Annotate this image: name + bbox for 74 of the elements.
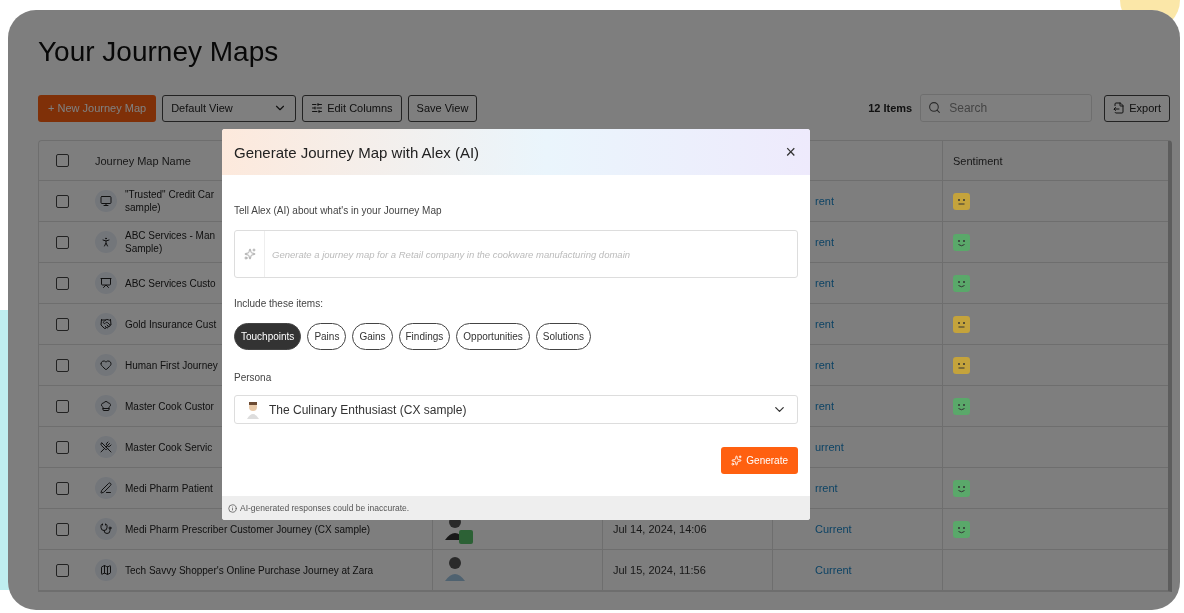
row-checkbox[interactable] <box>55 276 69 290</box>
item-chip[interactable]: Opportunities <box>456 323 530 350</box>
persona-select[interactable]: The Culinary Enthusiast (CX sample) <box>234 395 798 424</box>
edit-columns-button[interactable]: Edit Columns <box>302 94 402 122</box>
journey-map-name: Gold Insurance Cust <box>125 317 217 331</box>
prompt-label: Tell Alex (AI) about what's in your Journey Map <box>234 205 443 216</box>
journey-map-name: Master Cook Custor <box>125 399 214 413</box>
journey-icon <box>95 518 117 540</box>
journey-map-name: Master Cook Servic <box>125 440 213 454</box>
row-checkbox[interactable] <box>55 194 69 208</box>
page-title: Your Journey Maps <box>38 36 280 68</box>
status-link[interactable]: rent <box>815 318 834 330</box>
save-view-button[interactable]: Save View <box>407 94 478 122</box>
journey-map-name: ABC Services Custo <box>125 276 216 290</box>
row-checkbox[interactable] <box>55 563 69 577</box>
item-chip[interactable]: Findings <box>398 323 451 350</box>
row-checkbox[interactable] <box>55 440 69 454</box>
info-icon <box>228 503 237 513</box>
journey-icon <box>95 190 117 212</box>
export-button[interactable]: Export <box>1104 94 1170 122</box>
item-chip[interactable]: Gains <box>352 323 393 350</box>
dialog-title: Generate Journey Map with Alex (AI) <box>234 143 480 161</box>
journey-icon <box>95 395 117 417</box>
sliders-icon <box>311 102 324 114</box>
status-link[interactable]: rent <box>815 195 834 207</box>
journey-icon <box>95 559 117 581</box>
journey-map-name: Medi Pharm Prescriber Customer Journey (CX sample) <box>125 522 371 536</box>
view-select[interactable]: Default View <box>162 94 297 122</box>
select-all-checkbox[interactable] <box>55 154 69 167</box>
items-label: Include these items: <box>234 298 324 309</box>
close-button[interactable]: × <box>783 141 798 163</box>
journey-map-name: ABC Services - Man Sample) <box>125 229 216 255</box>
generate-button[interactable]: Generate <box>721 447 798 474</box>
journey-icon <box>95 477 117 499</box>
status-link[interactable]: rent <box>815 277 834 289</box>
row-checkbox[interactable] <box>55 399 69 413</box>
status-link[interactable]: Current <box>815 523 852 535</box>
status-link[interactable]: urrent <box>815 441 844 453</box>
journey-icon <box>95 272 117 294</box>
row-checkbox[interactable] <box>55 522 69 536</box>
row-checkbox[interactable] <box>55 235 69 249</box>
column-header: Sentiment <box>953 154 1003 167</box>
item-chip[interactable]: Pains <box>307 323 347 350</box>
search-field[interactable]: Search <box>920 94 1093 122</box>
prompt-field[interactable]: Generate a journey map for a Retail company in the cookware manufacturing domain <box>234 230 798 278</box>
disclaimer-note: AI-generated responses could be inaccurate. <box>240 503 410 513</box>
journey-icon <box>95 231 117 253</box>
status-link[interactable]: Current <box>815 564 852 576</box>
journey-map-name: "Trusted" Credit Car sample) <box>125 188 214 214</box>
search-icon <box>928 101 942 114</box>
journey-icon <box>95 354 117 376</box>
sparkle-icon <box>731 455 743 466</box>
persona-avatar-icon <box>245 400 261 419</box>
status-link[interactable]: rent <box>815 236 834 248</box>
persona-label: Persona <box>234 372 273 383</box>
date-cell: Jul 14, 2024, 14:06 <box>613 523 707 535</box>
journey-icon <box>95 313 117 335</box>
status-link[interactable]: rent <box>815 400 834 412</box>
journey-map-name: Human First Journey <box>125 358 218 372</box>
status-link[interactable]: rent <box>815 359 834 371</box>
row-checkbox[interactable] <box>55 358 69 372</box>
sparkle-icon <box>243 248 256 260</box>
row-checkbox[interactable] <box>55 317 69 331</box>
status-link[interactable]: rrent <box>815 482 838 494</box>
journey-icon <box>95 436 117 458</box>
item-chip[interactable]: Touchpoints <box>234 323 302 350</box>
row-checkbox[interactable] <box>55 481 69 495</box>
export-icon <box>1113 102 1126 114</box>
column-header: Journey Map Name <box>95 154 191 167</box>
item-count: 12 Items <box>868 102 913 114</box>
journey-map-name: Medi Pharm Patient <box>125 481 213 495</box>
item-chip[interactable]: Solutions <box>535 323 591 350</box>
journey-map-name: Tech Savvy Shopper's Online Purchase Journey at Zara <box>125 563 374 577</box>
date-cell: Jul 15, 2024, 11:56 <box>613 564 706 576</box>
